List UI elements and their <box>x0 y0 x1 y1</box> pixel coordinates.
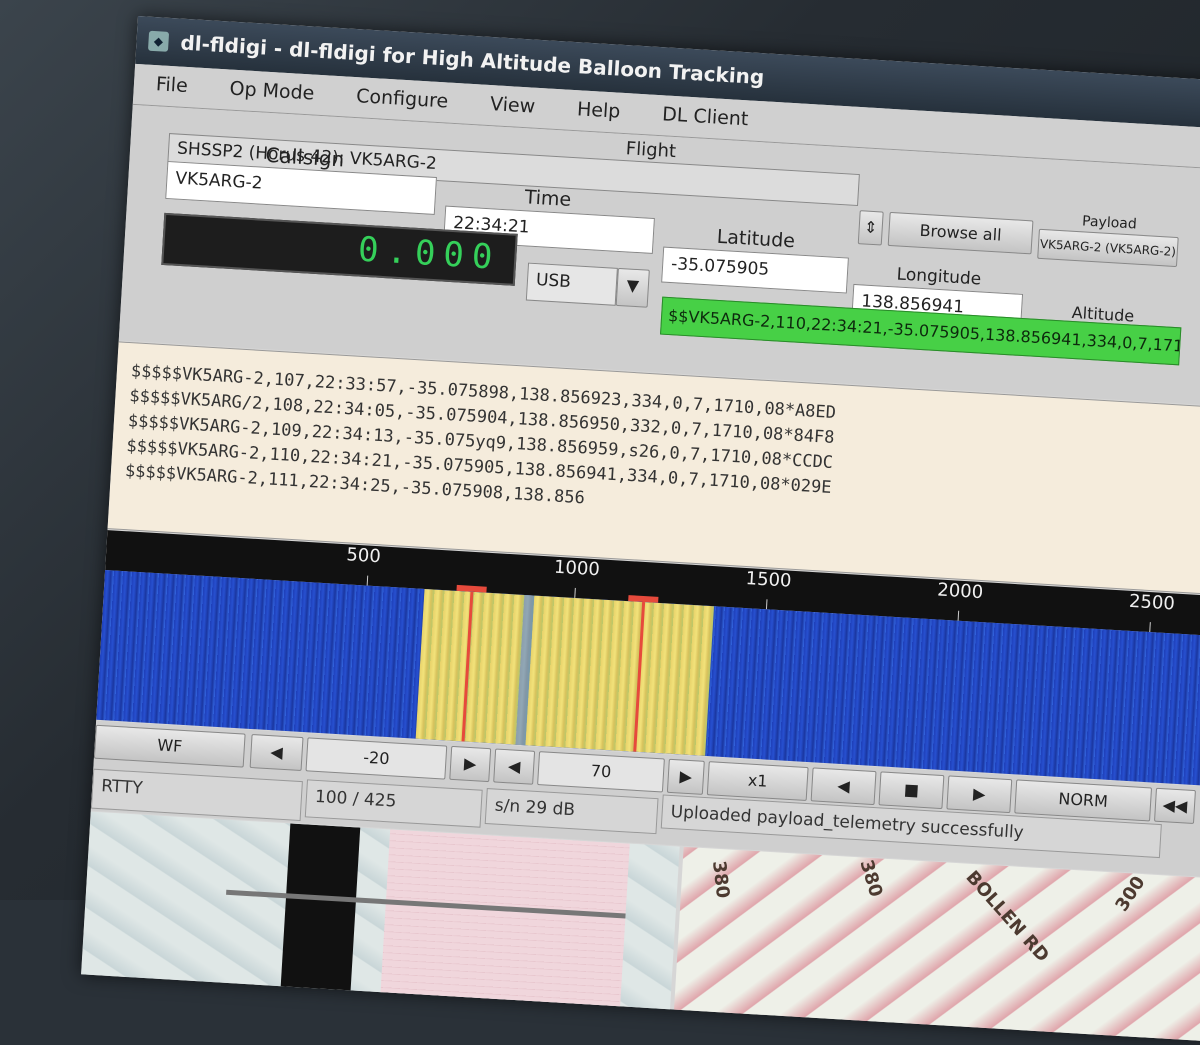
ref-level-field[interactable]: -20 <box>305 737 448 780</box>
scale-tick-label: 2000 <box>936 579 984 604</box>
map-contour-label: 380 <box>855 857 887 900</box>
signal-band <box>415 589 715 756</box>
speed-button[interactable]: NORM <box>1014 779 1153 822</box>
payload-select[interactable]: VK5ARG-2 (VK5ARG-2) <box>1037 228 1179 268</box>
wf-mode-button[interactable]: WF <box>93 724 246 768</box>
scale-tick-mark <box>765 599 768 610</box>
map-panel-right[interactable]: 380 380 BOLLEN RD 300 <box>671 846 1200 1045</box>
menu-dl-client[interactable]: DL Client <box>639 94 769 142</box>
mode-dropdown-icon[interactable]: ▼ <box>615 267 650 308</box>
range-increase-icon[interactable]: ▶ <box>666 758 705 795</box>
menu-help[interactable]: Help <box>554 89 642 134</box>
app-icon: ◆ <box>147 30 170 52</box>
scale-tick-mark <box>1149 622 1151 633</box>
scale-tick-label: 500 <box>345 544 382 568</box>
stop-icon[interactable]: ■ <box>878 771 945 810</box>
scale-tick-label: 1000 <box>553 556 601 581</box>
range-decrease-icon[interactable]: ◀ <box>493 748 536 785</box>
scale-tick-label: 2500 <box>1128 590 1176 615</box>
scale-tick-mark <box>574 587 576 598</box>
browse-all-button[interactable]: Browse all <box>887 211 1034 255</box>
status-snr: s/n 29 dB <box>484 788 659 835</box>
ref-increase-icon[interactable]: ▶ <box>449 745 492 783</box>
map-panel-left[interactable] <box>81 811 680 1045</box>
mode-select[interactable]: USB <box>525 262 618 306</box>
menu-view[interactable]: View <box>467 84 556 129</box>
scroll-left-icon[interactable]: ◀ <box>810 767 877 806</box>
ref-decrease-icon[interactable]: ◀ <box>249 734 304 772</box>
zoom-button[interactable]: x1 <box>706 761 809 802</box>
map-contour-label: 300 <box>1111 872 1150 916</box>
map-road-label: BOLLEN RD <box>961 866 1054 967</box>
scale-tick-label: 1500 <box>745 568 793 592</box>
status-counter: 100 / 425 <box>304 779 483 828</box>
menu-file[interactable]: File <box>133 64 209 108</box>
map-dark-region <box>278 823 361 1028</box>
rewind-icon[interactable]: ◀◀ <box>1154 787 1196 825</box>
map-contour-label: 380 <box>708 859 734 900</box>
scroll-right-icon[interactable]: ▶ <box>946 775 1013 814</box>
flight-spinner-icon[interactable]: ⇕ <box>857 210 884 246</box>
app-window: ◆ dl-fldigi - dl-fldigi for High Altitud… <box>81 16 1200 1045</box>
scale-tick-mark <box>366 575 369 586</box>
range-field[interactable]: 70 <box>537 751 665 793</box>
map-urban-area <box>378 829 630 1044</box>
menu-op-mode[interactable]: Op Mode <box>206 68 335 115</box>
menu-configure[interactable]: Configure <box>333 76 469 124</box>
scale-tick-mark <box>957 610 960 621</box>
